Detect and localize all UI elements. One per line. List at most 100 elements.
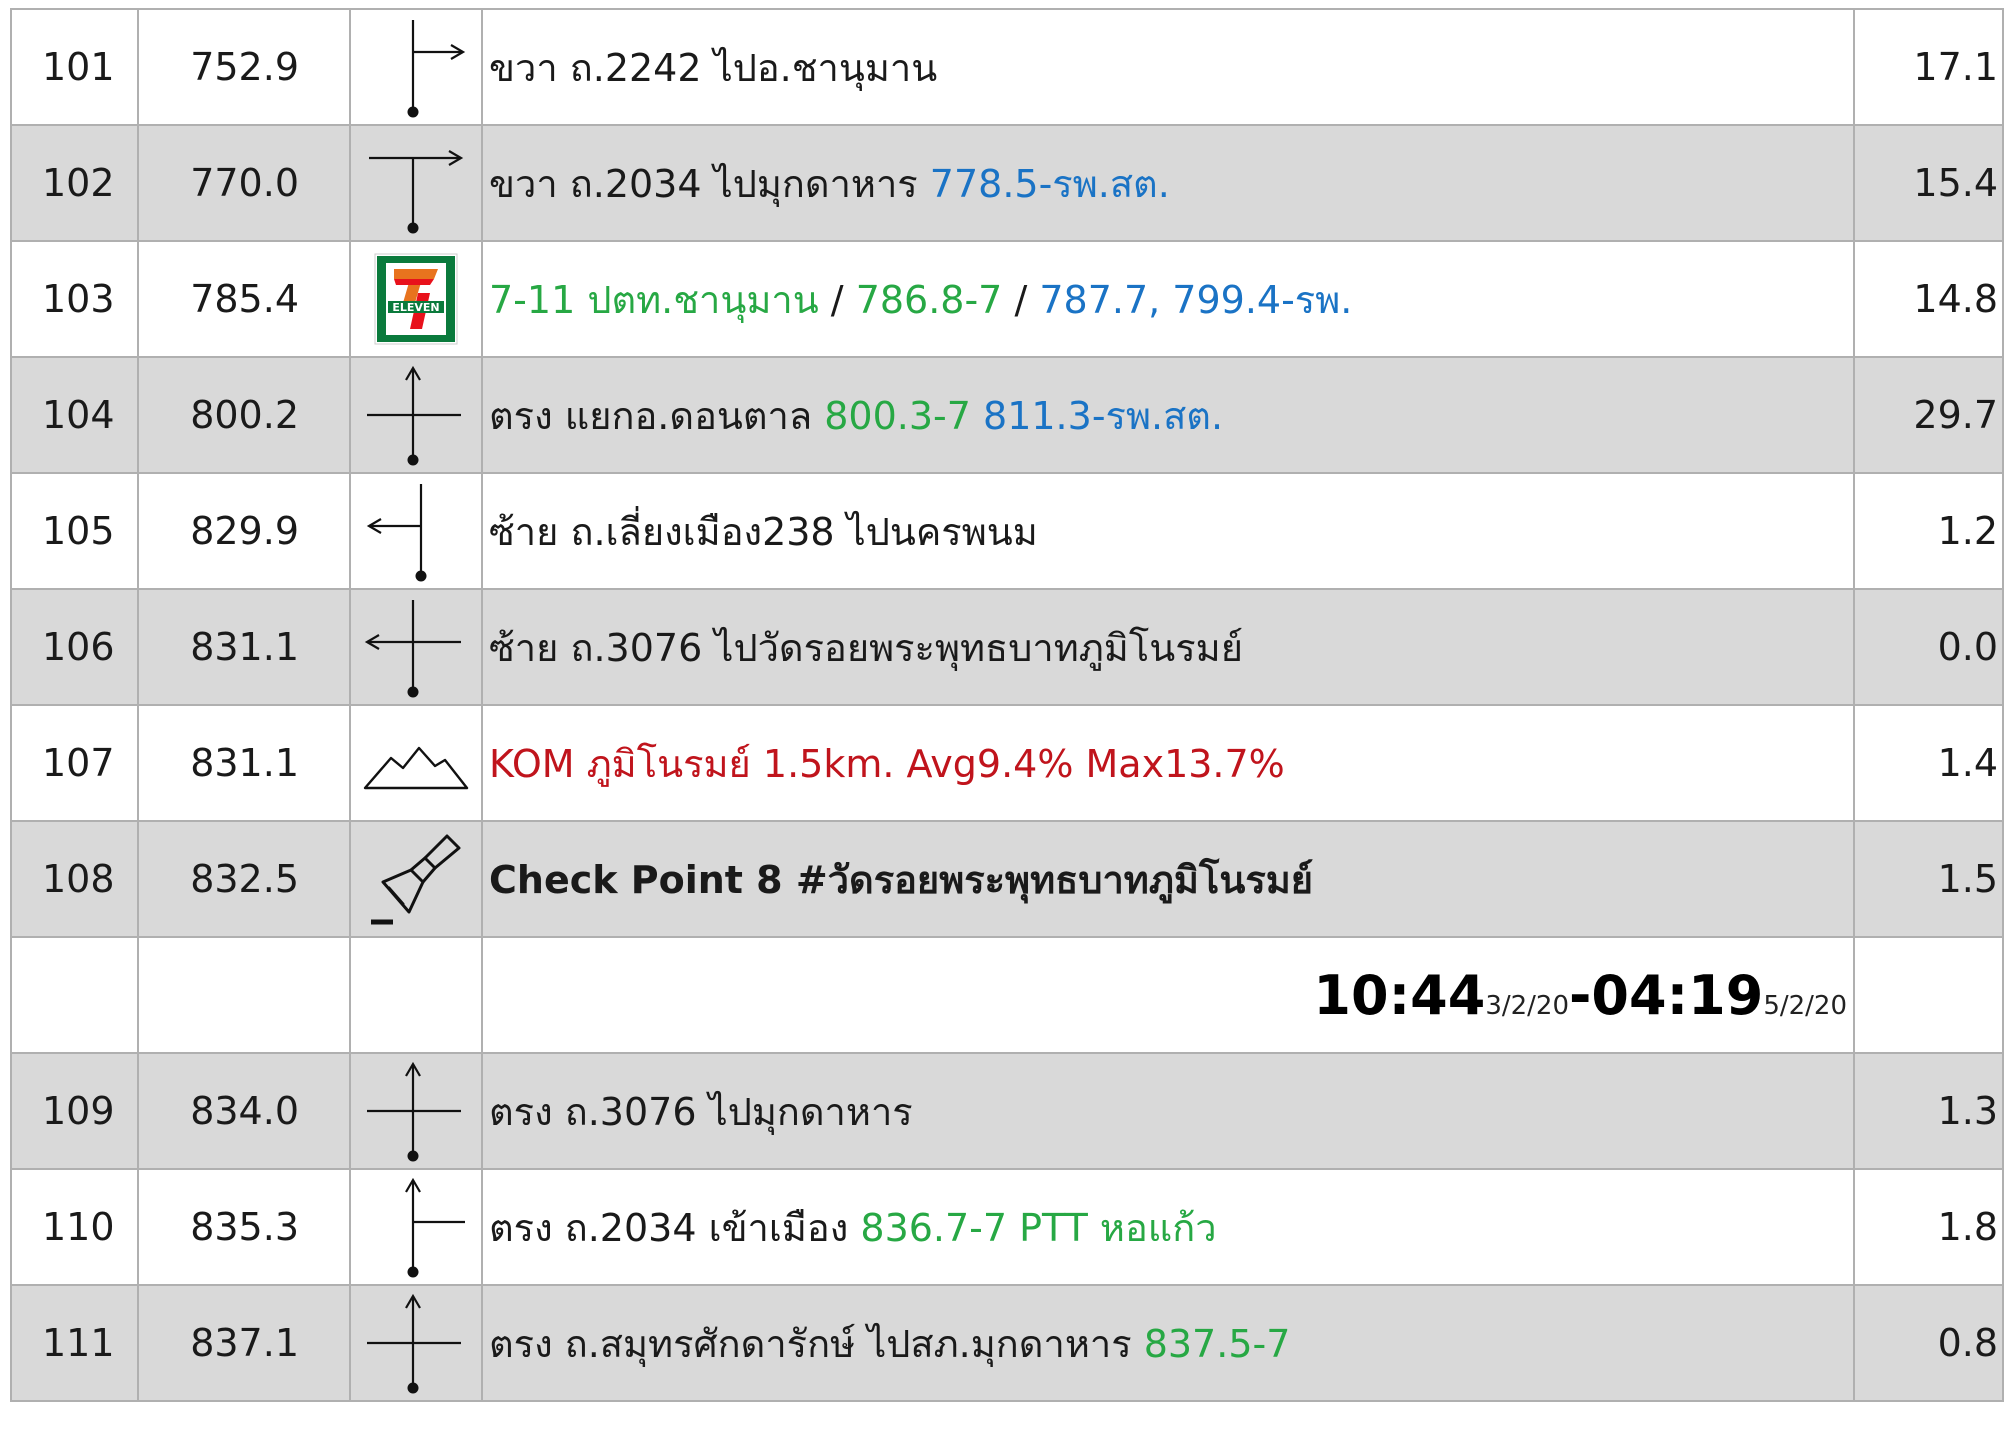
instruction: KOM ภูมิโนรมย์ 1.5km. Avg9.4% Max13.7% bbox=[481, 704, 1855, 822]
row-number: 110 bbox=[10, 1168, 139, 1286]
cumulative-km: 831.1 bbox=[137, 704, 351, 822]
segment-distance: 1.8 bbox=[1853, 1168, 2004, 1286]
segment-distance bbox=[1853, 936, 2004, 1054]
instruction: ขวา ถ.2034 ไปมุกดาหาร 778.5-รพ.สต. bbox=[481, 124, 1855, 242]
row-number: 111 bbox=[10, 1284, 139, 1402]
segment-distance: 1.3 bbox=[1853, 1052, 2004, 1170]
t-junction-right-icon bbox=[349, 124, 483, 242]
instruction-segment: Check Point 8 #วัดรอยพระพุทธบาทภูมิโนรมย… bbox=[489, 857, 1314, 902]
instruction-segment: 836.7-7 PTT หอแก้ว bbox=[860, 1205, 1217, 1250]
table-row: 10:443/2/20-04:195/2/20 bbox=[10, 936, 2004, 1054]
segment-distance: 29.7 bbox=[1853, 356, 2004, 474]
close-date: 5/2/20 bbox=[1763, 990, 1847, 1021]
table-row: 104 800.2 ตรง แยกอ.ดอนตาล 800.3-7 811.3-รพ… bbox=[10, 356, 2004, 474]
row-number: 106 bbox=[10, 588, 139, 706]
cumulative-km: 752.9 bbox=[137, 8, 351, 126]
open-time: 10:44 bbox=[1313, 963, 1486, 1027]
cumulative-km: 785.4 bbox=[137, 240, 351, 358]
cumulative-km: 835.3 bbox=[137, 1168, 351, 1286]
instruction-segment: ขวา ถ.2242 ไปอ.ชานุมาน bbox=[489, 45, 938, 90]
table-row: 107 831.1 KOM ภูมิโนรมย์ 1.5km. Avg9.4% Ma… bbox=[10, 704, 2004, 822]
instruction-segment: 800.3-7 bbox=[824, 393, 971, 438]
open-date: 3/2/20 bbox=[1485, 990, 1569, 1021]
route-cue-sheet: 101 752.9 ขวา ถ.2242 ไปอ.ชานุมาน 17.1 102 770… bbox=[10, 8, 2004, 1402]
instruction: ตรง ถ.3076 ไปมุกดาหาร bbox=[481, 1052, 1855, 1170]
instruction: ตรง ถ.2034 เข้าเมือง 836.7-7 PTT หอแก้ว bbox=[481, 1168, 1855, 1286]
close-time: 04:19 bbox=[1591, 963, 1764, 1027]
row-number: 105 bbox=[10, 472, 139, 590]
instruction-segment: ตรง ถ.สมุทรศักดารักษ์ ไปสภ.มุกดาหาร bbox=[489, 1321, 1144, 1366]
row-number: 109 bbox=[10, 1052, 139, 1170]
table-row: 109 834.0 ตรง ถ.3076 ไปมุกดาหาร 1.3 bbox=[10, 1052, 2004, 1170]
segment-distance: 1.5 bbox=[1853, 820, 2004, 938]
instruction: ตรง ถ.สมุทรศักดารักษ์ ไปสภ.มุกดาหาร 837.… bbox=[481, 1284, 1855, 1402]
logo-text: ELEVEN bbox=[392, 301, 439, 314]
row-number: 103 bbox=[10, 240, 139, 358]
table-row: 105 829.9 ซ้าย ถ.เลี่ยงเมือง238 ไปนครพนม 1.… bbox=[10, 472, 2004, 590]
segment-distance: 14.8 bbox=[1853, 240, 2004, 358]
segment-distance: 15.4 bbox=[1853, 124, 2004, 242]
table-row: 111 837.1 ตรง ถ.สมุทรศักดารักษ์ ไปสภ.มุกดา… bbox=[10, 1284, 2004, 1402]
segment-distance: 0.0 bbox=[1853, 588, 2004, 706]
instruction-segment bbox=[971, 394, 983, 438]
instruction-segment: 7-11 ปตท.ชานุมาน bbox=[489, 277, 819, 322]
instruction-segment: ซ้าย ถ.เลี่ยงเมือง238 ไปนครพนม bbox=[489, 509, 1038, 554]
segment-distance: 1.2 bbox=[1853, 472, 2004, 590]
cumulative-km bbox=[137, 936, 351, 1054]
row-number: 101 bbox=[10, 8, 139, 126]
cumulative-km: 770.0 bbox=[137, 124, 351, 242]
dash: - bbox=[1569, 963, 1592, 1027]
instruction-segment: 837.5-7 bbox=[1143, 1321, 1291, 1366]
segment-distance: 1.4 bbox=[1853, 704, 2004, 822]
instruction: Check Point 8 #วัดรอยพระพุทธบาทภูมิโนรมย… bbox=[481, 820, 1855, 938]
seven-eleven-logo: ELEVEN bbox=[349, 240, 483, 358]
row-number: 102 bbox=[10, 124, 139, 242]
table-row: 108 832.5 Check Point 8 #วัดรอยพระพุทธบาทภ… bbox=[10, 820, 2004, 938]
cumulative-km: 829.9 bbox=[137, 472, 351, 590]
cumulative-km: 834.0 bbox=[137, 1052, 351, 1170]
crossroad-straight-icon bbox=[349, 1284, 483, 1402]
cumulative-km: 837.1 bbox=[137, 1284, 351, 1402]
instruction: 7-11 ปตท.ชานุมาน / 786.8-7 / 787.7, 799.… bbox=[481, 240, 1855, 358]
instruction-segment: 786.8-7 bbox=[855, 277, 1003, 322]
checkpoint-time-window: 10:443/2/20-04:195/2/20 bbox=[481, 936, 1855, 1054]
fork-straight-right-icon bbox=[349, 1168, 483, 1286]
table-row: 106 831.1 ซ้าย ถ.3076 ไปวัดรอยพระพุทธบาทภู… bbox=[10, 588, 2004, 706]
turn-right-icon bbox=[349, 8, 483, 126]
segment-distance: 17.1 bbox=[1853, 8, 2004, 126]
crossroad-straight-icon bbox=[349, 356, 483, 474]
row-number: 108 bbox=[10, 820, 139, 938]
instruction-segment: ตรง แยกอ.ดอนตาล bbox=[489, 393, 825, 438]
instruction-segment: KOM ภูมิโนรมย์ 1.5km. Avg9.4% Max13.7% bbox=[489, 741, 1285, 786]
instruction: ตรง แยกอ.ดอนตาล 800.3-7 811.3-รพ.สต. bbox=[481, 356, 1855, 474]
instruction-segment: ขวา ถ.2034 ไปมุกดาหาร bbox=[489, 161, 930, 206]
cumulative-km: 800.2 bbox=[137, 356, 351, 474]
segment-distance: 0.8 bbox=[1853, 1284, 2004, 1402]
cumulative-km: 832.5 bbox=[137, 820, 351, 938]
table-row: 101 752.9 ขวา ถ.2242 ไปอ.ชานุมาน 17.1 bbox=[10, 8, 2004, 126]
instruction-segment: 778.5-รพ.สต. bbox=[929, 161, 1170, 206]
table-row: 110 835.3 ตรง ถ.2034 เข้าเมือง 836.7-7 PTT… bbox=[10, 1168, 2004, 1286]
instruction: ขวา ถ.2242 ไปอ.ชานุมาน bbox=[481, 8, 1855, 126]
row-number: 107 bbox=[10, 704, 139, 822]
mountain-icon bbox=[349, 704, 483, 822]
instruction-segment: 787.7, 799.4-รพ. bbox=[1039, 277, 1353, 322]
instruction-segment: 811.3-รพ.สต. bbox=[983, 393, 1224, 438]
table-row: 103 785.4 ELEVEN 7-11 ปตท.ชานุมาน / 786.8-7… bbox=[10, 240, 2004, 358]
stamp-icon bbox=[349, 820, 483, 938]
table-row: 102 770.0 ขวา ถ.2034 ไปมุกดาหาร 778.5-รพ.ส… bbox=[10, 124, 2004, 242]
row-number: 104 bbox=[10, 356, 139, 474]
row-number bbox=[10, 936, 139, 1054]
instruction-segment: / bbox=[1002, 277, 1040, 322]
crossroad-left-icon bbox=[349, 588, 483, 706]
crossroad-straight-icon bbox=[349, 1052, 483, 1170]
instruction-segment: / bbox=[818, 277, 856, 322]
instruction-segment: ตรง ถ.3076 ไปมุกดาหาร bbox=[489, 1089, 913, 1134]
cumulative-km: 831.1 bbox=[137, 588, 351, 706]
instruction-segment: ตรง ถ.2034 เข้าเมือง bbox=[489, 1205, 861, 1250]
instruction-segment: ซ้าย ถ.3076 ไปวัดรอยพระพุทธบาทภูมิโนรมย์ bbox=[489, 625, 1243, 670]
turn-left-icon bbox=[349, 472, 483, 590]
instruction: ซ้าย ถ.3076 ไปวัดรอยพระพุทธบาทภูมิโนรมย์ bbox=[481, 588, 1855, 706]
instruction: ซ้าย ถ.เลี่ยงเมือง238 ไปนครพนม bbox=[481, 472, 1855, 590]
empty-icon-cell bbox=[349, 936, 483, 1054]
